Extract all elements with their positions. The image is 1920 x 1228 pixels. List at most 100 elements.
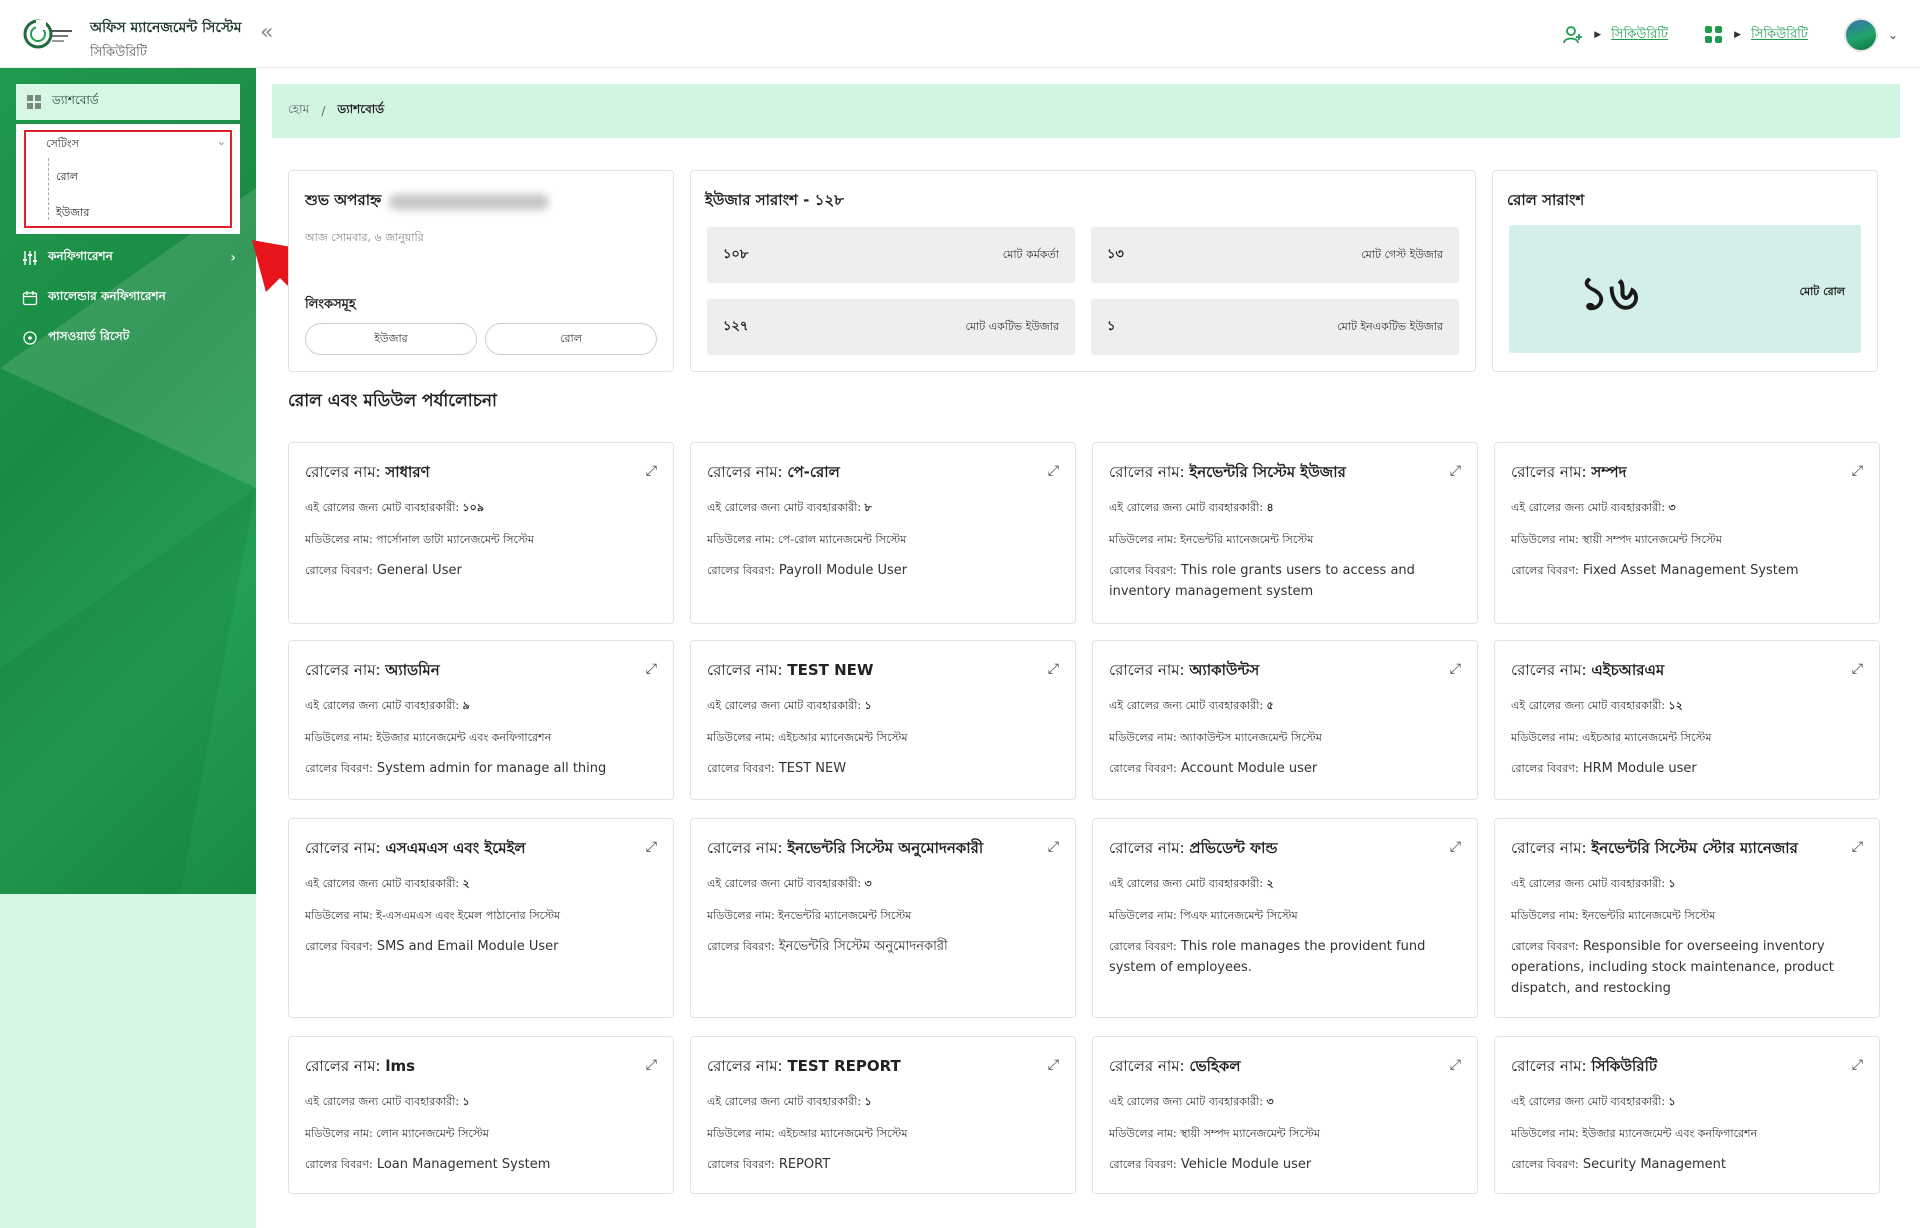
role-description: রোলের বিবরণ: TEST NEW <box>707 759 1059 780</box>
expand-icon[interactable]: ⤢ <box>1450 839 1461 855</box>
module-value: পে-রোল ম্যানেজমেন্ট সিস্টেম <box>778 533 907 546</box>
desc-value: System admin for manage all thing <box>376 761 607 776</box>
desc-label: রোলের বিবরণ: <box>1511 762 1579 775</box>
role-name-label: রোলের নাম: <box>1109 463 1185 481</box>
module-value: ইনভেন্টরি ম্যানেজমেন্ট সিস্টেম <box>1582 909 1716 922</box>
users-label: এই রোলের জন্য মোট ব্যবহারকারী: <box>707 877 862 890</box>
role-name: ইনভেন্টরি সিস্টেম ইউজার <box>1189 463 1346 481</box>
module-label: মডিউলের নাম: <box>707 731 775 744</box>
users-value: ১০৯ <box>462 501 484 514</box>
role-description: রোলের বিবরণ: Responsible for overseeing … <box>1511 937 1863 999</box>
role-module: মডিউলের নাম: ইনভেন্টরি ম্যানেজমেন্ট সিস্… <box>707 907 1059 924</box>
quick-user-button[interactable]: ইউজার <box>305 323 477 355</box>
role-description: রোলের বিবরণ: Security Management <box>1511 1155 1863 1176</box>
expand-icon[interactable]: ⤢ <box>1852 463 1863 479</box>
quick-role-button[interactable]: রোল <box>485 323 657 355</box>
role-name: TEST NEW <box>787 661 874 679</box>
role-name-label: রোলের নাম: <box>1109 1057 1185 1075</box>
sidebar-item-settings[interactable]: সেটিংস ⌄ <box>46 135 226 154</box>
role-name: এসএমএস এবং ইমেইল <box>385 839 526 857</box>
expand-icon[interactable]: ⤢ <box>1852 661 1863 677</box>
role-card-title: রোলের নাম: lms <box>305 1055 633 1080</box>
users-value: ৩ <box>1266 1095 1274 1108</box>
role-card-title: রোলের নাম: ইনভেন্টরি সিস্টেম স্টোর ম্যান… <box>1511 837 1839 862</box>
role-card: রোলের নাম: প্রভিডেন্ট ফান্ড ⤢ এই রোলের জন্… <box>1092 818 1478 1018</box>
module-label: মডিউলের নাম: <box>305 533 373 546</box>
users-label: এই রোলের জন্য মোট ব্যবহারকারী: <box>707 699 862 712</box>
role-name-label: রোলের নাম: <box>1109 661 1185 679</box>
sidebar-subitem-role[interactable]: রোল <box>56 168 78 187</box>
expand-icon[interactable]: ⤢ <box>1852 839 1863 855</box>
user-summary-card: ইউজার সারাংশ - ১২৮ ১০৮ মোট কর্মকর্তা ১৩ … <box>690 170 1476 372</box>
stat-total-inactive-users: ১ মোট ইনএকটিভ ইউজার <box>1091 299 1459 355</box>
users-label: এই রোলের জন্য মোট ব্যবহারকারী: <box>305 877 460 890</box>
users-label: এই রোলের জন্য মোট ব্যবহারকারী: <box>305 699 460 712</box>
expand-icon[interactable]: ⤢ <box>1048 463 1059 479</box>
reset-icon <box>23 331 37 345</box>
role-module: মডিউলের নাম: ইনভেন্টরি ম্যানেজমেন্ট সিস্… <box>1109 531 1461 548</box>
role-name-label: রোলের নাম: <box>707 1057 783 1075</box>
sidebar-item-calendar-configuration[interactable]: ক্যালেন্ডার কনফিগারেশন <box>22 288 236 308</box>
role-module: মডিউলের নাম: পিএফ ম্যানেজমেন্ট সিস্টেম <box>1109 907 1461 924</box>
user-summary-title: ইউজার সারাংশ - ১২৮ <box>705 191 844 209</box>
desc-label: রোলের বিবরণ: <box>305 1158 373 1171</box>
expand-icon[interactable]: ⤢ <box>1450 463 1461 479</box>
expand-icon[interactable]: ⤢ <box>1450 661 1461 677</box>
expand-icon[interactable]: ⤢ <box>646 839 657 855</box>
desc-label: রোলের বিবরণ: <box>305 762 373 775</box>
role-name-label: রোলের নাম: <box>1511 1057 1587 1075</box>
expand-icon[interactable]: ⤢ <box>1048 1057 1059 1073</box>
sidebar-item-password-reset[interactable]: পাসওয়ার্ড রিসেট <box>22 328 236 348</box>
caret-right-icon: ▶ <box>1594 30 1602 40</box>
desc-value: TEST NEW <box>778 761 847 776</box>
expand-icon[interactable]: ⤢ <box>646 1057 657 1073</box>
double-chevron-left-icon[interactable]: « <box>260 20 273 45</box>
breadcrumb-home[interactable]: হোম <box>288 101 309 121</box>
role-card: রোলের নাম: ইনভেন্টরি সিস্টেম স্টোর ম্যান… <box>1494 818 1880 1018</box>
desc-label: রোলের বিবরণ: <box>305 940 373 953</box>
role-module: মডিউলের নাম: স্থায়ী সম্পদ ম্যানেজমেন্ট … <box>1511 531 1863 548</box>
desc-value: Account Module user <box>1180 761 1318 776</box>
sidebar-item-configuration[interactable]: কনফিগারেশন › <box>22 248 236 268</box>
module-value: ইনভেন্টরি ম্যানেজমেন্ট সিস্টেম <box>1180 533 1314 546</box>
expand-icon[interactable]: ⤢ <box>646 463 657 479</box>
nav-security-link-2[interactable]: সিকিউরিটি <box>1751 25 1808 46</box>
chevron-down-icon[interactable]: ⌄ <box>1888 28 1898 42</box>
users-value: ১ <box>864 1095 872 1108</box>
role-name: ইনভেন্টরি সিস্টেম অনুমোদনকারী <box>787 839 984 857</box>
desc-label: রোলের বিবরণ: <box>707 1158 775 1171</box>
stat-total-officers: ১০৮ মোট কর্মকর্তা <box>707 227 1075 283</box>
role-card-title: রোলের নাম: এইচআরএম <box>1511 659 1839 684</box>
expand-icon[interactable]: ⤢ <box>646 661 657 677</box>
role-description: রোলের বিবরণ: ইনভেন্টরি সিস্টেম অনুমোদনকা… <box>707 937 1059 958</box>
desc-label: রোলের বিবরণ: <box>707 762 775 775</box>
avatar[interactable] <box>1843 18 1878 52</box>
expand-icon[interactable]: ⤢ <box>1048 661 1059 677</box>
role-card-title: রোলের নাম: TEST NEW <box>707 659 1035 684</box>
nav-security-link-1[interactable]: সিকিউরিটি <box>1611 25 1668 46</box>
sidebar-item-dashboard[interactable]: ড্যাশবোর্ড <box>16 84 240 120</box>
role-description: রোলের বিবরণ: Fixed Asset Management Syst… <box>1511 561 1863 582</box>
apps-grid-icon[interactable] <box>1704 25 1724 45</box>
expand-icon[interactable]: ⤢ <box>1450 1057 1461 1073</box>
module-value: ইউজার ম্যানেজমেন্ট এবং কনফিগারেশন <box>376 731 552 744</box>
role-card: রোলের নাম: সাধারণ ⤢ এই রোলের জন্য মোট ব্যব… <box>288 442 674 624</box>
role-card-title: রোলের নাম: ইনভেন্টরি সিস্টেম ইউজার <box>1109 461 1437 486</box>
role-name: অ্যাকাউন্টস <box>1189 661 1260 679</box>
sidebar-subitem-user[interactable]: ইউজার <box>56 204 89 223</box>
app-title: অফিস ম্যানেজমেন্ট সিস্টেম <box>90 20 242 36</box>
expand-icon[interactable]: ⤢ <box>1048 839 1059 855</box>
role-module: মডিউলের নাম: এইচআর ম্যানেজমেন্ট সিস্টেম <box>707 1125 1059 1142</box>
role-summary-title: রোল সারাংশ <box>1507 191 1585 209</box>
desc-label: রোলের বিবরণ: <box>1511 1158 1579 1171</box>
role-user-count: এই রোলের জন্য মোট ব্যবহারকারী: ৩ <box>1511 499 1863 516</box>
user-add-icon[interactable] <box>1562 24 1584 46</box>
expand-icon[interactable]: ⤢ <box>1852 1057 1863 1073</box>
desc-label: রোলের বিবরণ: <box>1109 564 1177 577</box>
role-module: মডিউলের নাম: ইউজার ম্যানেজমেন্ট এবং কনফি… <box>1511 1125 1863 1142</box>
role-card-title: রোলের নাম: সিকিউরিটি <box>1511 1055 1839 1080</box>
users-value: ২ <box>1266 877 1274 890</box>
quick-links-label: লিংকসমূহ <box>305 297 356 312</box>
stat-label: মোট ইনএকটিভ ইউজার <box>1337 319 1443 333</box>
users-value: ৮ <box>864 501 872 514</box>
